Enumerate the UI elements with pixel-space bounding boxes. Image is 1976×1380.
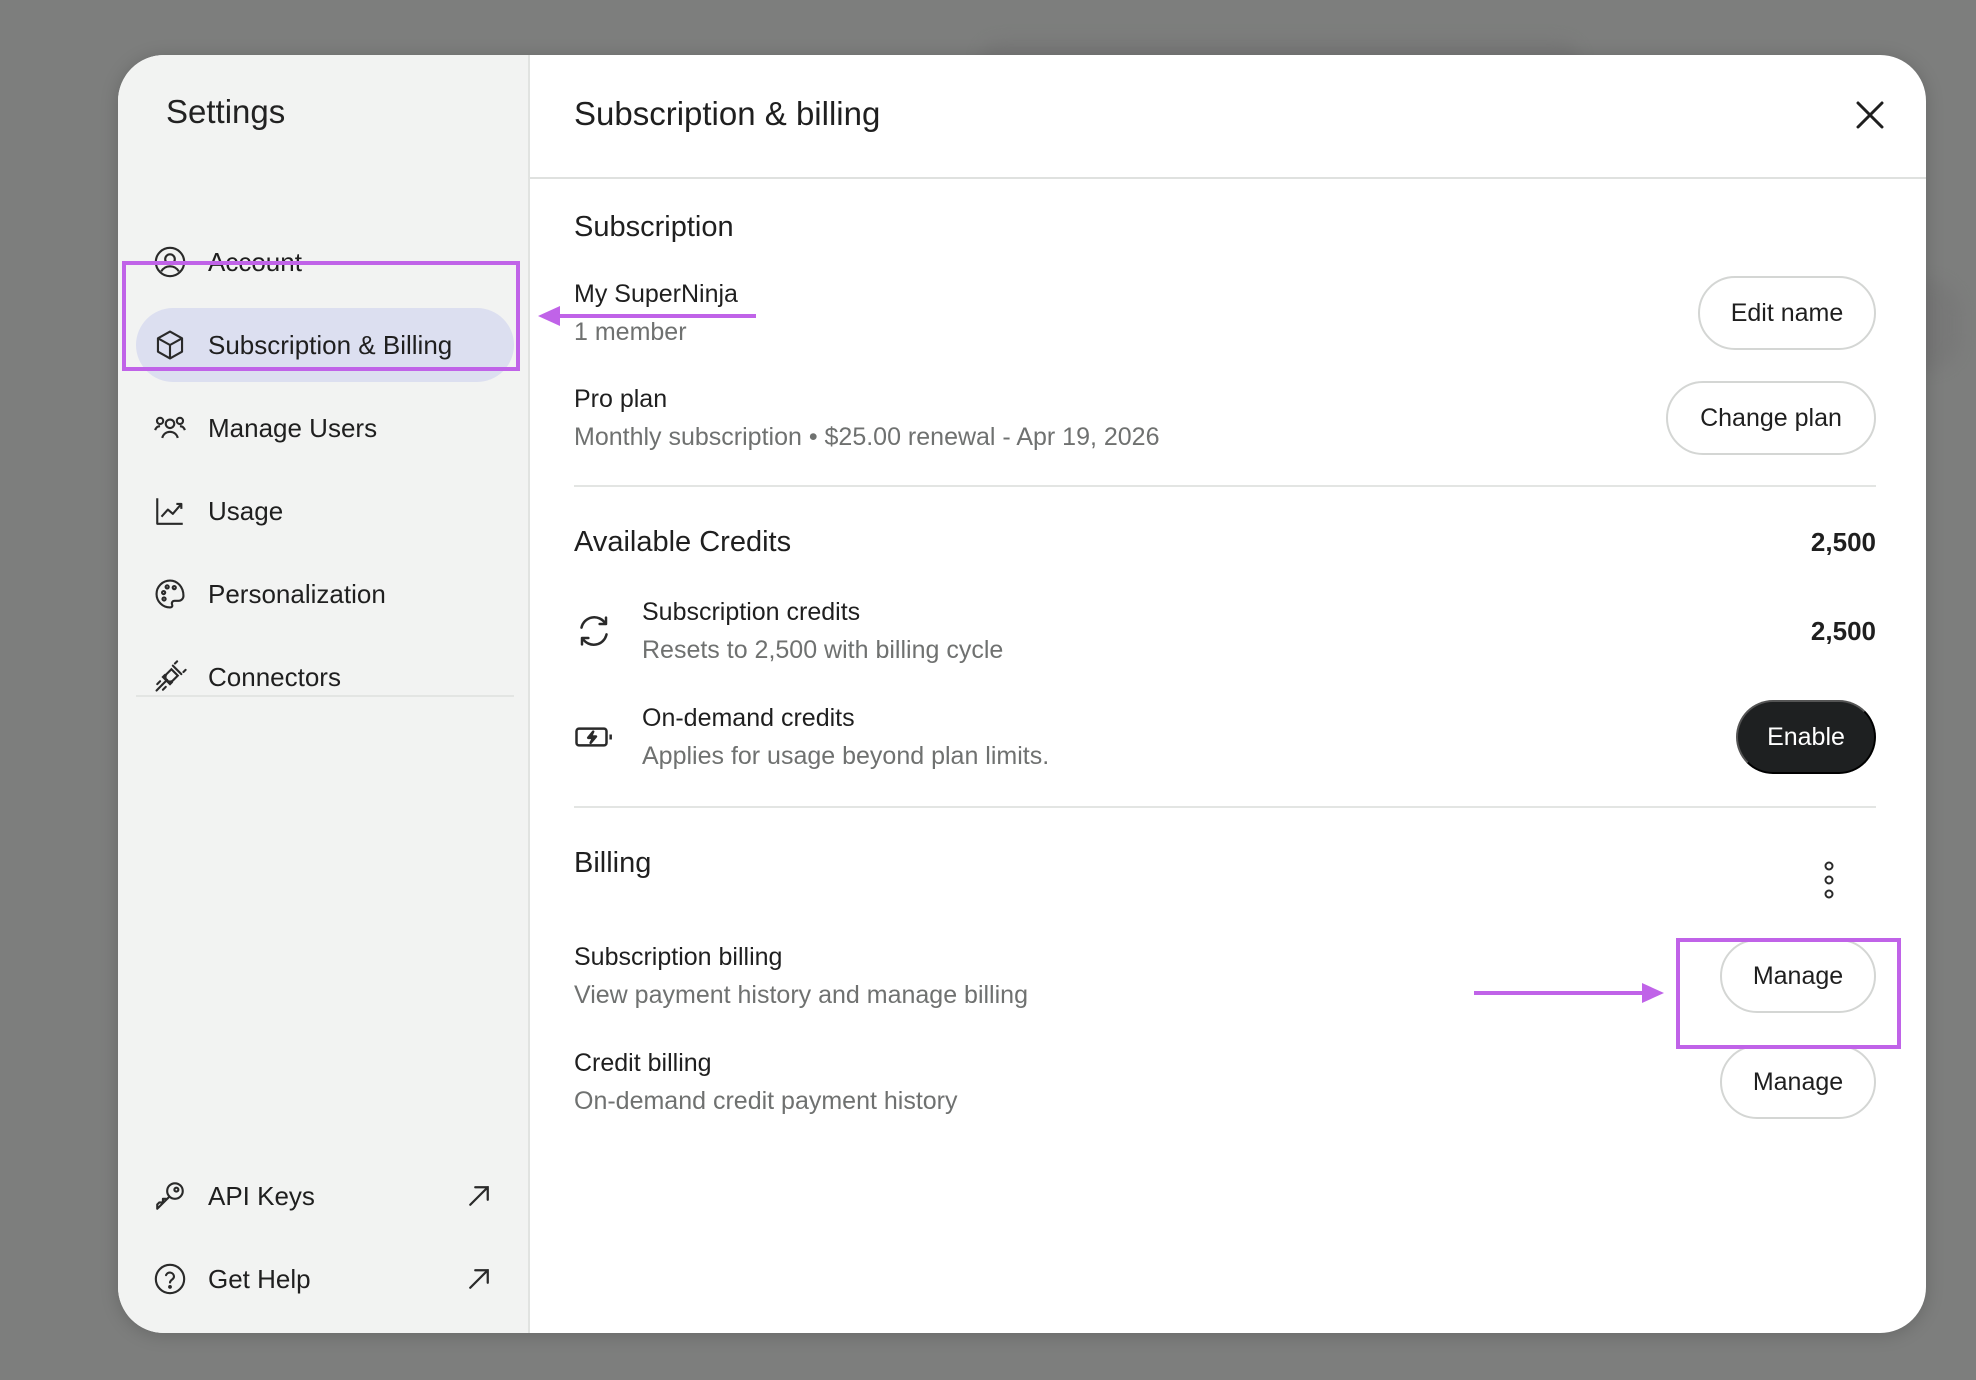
sidebar-item-label: Manage Users [208, 412, 378, 443]
edit-name-button[interactable]: Edit name [1698, 276, 1876, 350]
on-demand-credits-row: On-demand credits Applies for usage beyo… [574, 699, 1876, 775]
sidebar-bottom-nav: API Keys Get Help [136, 1159, 514, 1325]
plan-details: Monthly subscription • $25.00 renewal - … [574, 423, 1160, 451]
credit-billing-row: Credit billing On-demand credit payment … [574, 1044, 1876, 1120]
sidebar-item-label: API Keys [208, 1180, 315, 1211]
sidebar-item-usage[interactable]: Usage [136, 474, 514, 548]
annotation-highlight-box [122, 261, 520, 371]
sidebar-item-label: Usage [208, 495, 284, 526]
help-circle-icon [152, 1261, 188, 1297]
subscription-credits-row: Subscription credits Resets to 2,500 wit… [574, 593, 1876, 669]
plan-row: Pro plan Monthly subscription • $25.00 r… [574, 381, 1876, 455]
annotation-arrow [1474, 983, 1664, 1003]
change-plan-button[interactable]: Change plan [1666, 381, 1876, 455]
palette-icon [152, 576, 188, 612]
section-divider [574, 485, 1876, 487]
subscription-billing-title: Subscription billing [574, 943, 783, 971]
subscription-billing-desc: View payment history and manage billing [574, 981, 1028, 1009]
sidebar-item-connectors[interactable]: Connectors [136, 640, 514, 714]
external-link-icon [469, 1186, 489, 1206]
sidebar-item-label: Personalization [208, 578, 386, 609]
billing-section-title: Billing [574, 846, 652, 879]
users-icon [152, 410, 188, 446]
credit-billing-title: Credit billing [574, 1049, 712, 1077]
more-vertical-icon[interactable] [1822, 860, 1836, 900]
sidebar-item-manage-users[interactable]: Manage Users [136, 391, 514, 465]
plan-name: Pro plan [574, 385, 668, 413]
sidebar-item-get-help[interactable]: Get Help [136, 1242, 514, 1316]
panel-header: Subscription & billing [530, 55, 1926, 179]
sidebar-divider [136, 695, 514, 697]
external-link-icon [469, 1269, 489, 1289]
enable-button[interactable]: Enable [1736, 700, 1876, 774]
sidebar-item-api-keys[interactable]: API Keys [136, 1159, 514, 1233]
sidebar-title: Settings [166, 93, 286, 130]
credit-manage-button[interactable]: Manage [1720, 1045, 1876, 1119]
sidebar-item-label: Get Help [208, 1263, 311, 1294]
subscription-section-title: Subscription [574, 211, 734, 243]
annotation-highlight-box [1676, 938, 1901, 1049]
on-demand-credits-desc: Applies for usage beyond plan limits. [642, 742, 1050, 770]
credits-header-row: Available Credits 2,500 [574, 523, 1876, 561]
chart-line-icon [152, 493, 188, 529]
subscription-credits-desc: Resets to 2,500 with billing cycle [642, 636, 1004, 664]
sidebar-item-label: Connectors [208, 661, 341, 692]
close-icon[interactable] [1852, 97, 1888, 133]
annotation-arrow [538, 306, 756, 326]
settings-sidebar: Settings Account Subscription & Billing … [118, 55, 530, 1333]
section-divider [574, 806, 1876, 808]
refresh-icon [580, 616, 608, 646]
settings-modal: Settings Account Subscription & Billing … [118, 55, 1926, 1333]
billing-header-row: Billing [574, 844, 1876, 899]
plug-icon [152, 659, 188, 695]
credits-total: 2,500 [1810, 526, 1876, 557]
team-row: My SuperNinja 1 member Edit name [574, 276, 1876, 350]
main-panel: Subscription & billing Subscription My S… [530, 55, 1926, 1333]
sidebar-item-personalization[interactable]: Personalization [136, 557, 514, 631]
on-demand-credits-title: On-demand credits [642, 704, 855, 732]
key-icon [152, 1178, 188, 1214]
credits-section-title: Available Credits [574, 525, 792, 558]
battery-charging-icon [575, 727, 612, 747]
subscription-credits-title: Subscription credits [642, 598, 861, 626]
page-title: Subscription & billing [574, 95, 881, 132]
credit-billing-desc: On-demand credit payment history [574, 1087, 958, 1115]
subscription-credits-value: 2,500 [1810, 615, 1876, 646]
